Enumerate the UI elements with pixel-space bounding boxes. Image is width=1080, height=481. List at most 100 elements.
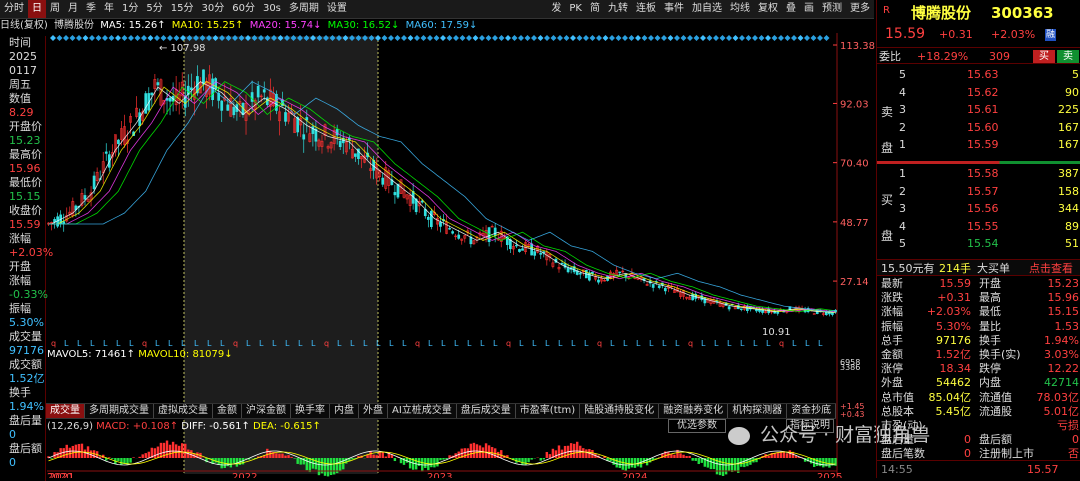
signal-mark: L <box>545 339 550 348</box>
period-button[interactable]: 设置 <box>323 0 351 18</box>
event-marker <box>414 35 420 41</box>
sell-level-row[interactable]: 2 15.60 167 <box>877 119 1080 136</box>
period-button[interactable]: 周 <box>46 0 64 18</box>
sell-level-row[interactable]: 1 15.59 167 <box>877 136 1080 153</box>
level-price: 15.57 <box>967 184 999 198</box>
period-button[interactable]: 15分 <box>167 0 198 18</box>
macd-value: MACD: +0.108↑ <box>96 421 179 432</box>
tool-button[interactable]: 均线 <box>726 0 754 18</box>
period-button[interactable]: 年 <box>100 0 118 18</box>
indicator-tab[interactable]: 成交量 <box>46 404 85 418</box>
x-tick-label: 2023 <box>427 472 452 478</box>
indicator-tab[interactable]: 市盈率(ttm) <box>516 404 581 418</box>
event-marker <box>69 35 76 41</box>
info-line: 振幅 <box>9 302 31 315</box>
signal-mark: L <box>246 339 251 348</box>
stat-row: 外盘 54462 内盘 42714 <box>877 376 1080 390</box>
period-button[interactable]: 分时 <box>0 0 28 18</box>
tool-button[interactable]: 连板 <box>632 0 660 18</box>
big-order-row: 15.50元有 214手 大买单 点击查看 <box>877 259 1080 276</box>
tool-button[interactable]: 画 <box>800 0 818 18</box>
tool-button[interactable]: 复权 <box>754 0 782 18</box>
indicator-tab[interactable]: 换手率 <box>291 404 330 418</box>
candle-body <box>597 279 600 283</box>
indicator-tab[interactable]: 外盘 <box>359 404 388 418</box>
ma-line <box>48 81 836 313</box>
event-marker <box>641 35 648 41</box>
period-button[interactable]: 60分 <box>228 0 259 18</box>
event-marker <box>531 35 537 41</box>
indicator-tab[interactable]: 资金抄底 <box>787 404 837 418</box>
tool-button[interactable]: 叠 <box>782 0 800 18</box>
candle-body <box>539 252 543 255</box>
event-marker <box>706 35 713 41</box>
period-button[interactable]: 30分 <box>197 0 228 18</box>
sell-level-row[interactable]: 3 15.61 225 <box>877 101 1080 118</box>
stat-cell: 涨停 <box>881 362 903 376</box>
buy-level-row[interactable]: 1 15.58 387 <box>877 165 1080 182</box>
period-button[interactable]: 30s <box>259 0 285 18</box>
level-number: 5 <box>899 237 906 251</box>
chart-type-label: 日线(复权) <box>0 20 48 31</box>
stat-cell: 18.34 <box>939 362 972 376</box>
indicator-tab[interactable]: 机构探测器 <box>728 404 788 418</box>
big-order-type: 大买单 <box>977 262 1010 275</box>
stat-cell: 最低 <box>979 305 1001 319</box>
tool-button[interactable]: 预测 <box>818 0 846 18</box>
signal-mark: q <box>779 339 784 348</box>
period-button[interactable]: 1分 <box>118 0 142 18</box>
stat-cell: 1.94% <box>1044 333 1079 347</box>
event-marker <box>128 35 134 41</box>
big-order-link[interactable]: 点击查看 <box>1029 260 1073 277</box>
indicator-tab[interactable]: 沪深金额 <box>242 404 291 418</box>
tool-button[interactable]: 简 <box>586 0 604 18</box>
optimize-params-button[interactable]: 优选参数 <box>668 419 726 433</box>
buy-level-row[interactable]: 2 15.57 158 <box>877 183 1080 200</box>
level-number: 5 <box>899 68 906 81</box>
signal-mark: q <box>51 339 56 348</box>
period-button[interactable]: 5分 <box>142 0 166 18</box>
indicator-tab[interactable]: 金额 <box>213 404 242 418</box>
buy-level-row[interactable]: 5 15.54 51 <box>877 235 1080 252</box>
info-line: 8.29 <box>9 106 34 119</box>
event-marker <box>388 35 394 41</box>
signal-mark: L <box>740 339 745 348</box>
event-marker <box>648 35 654 41</box>
indicator-tab[interactable]: 陆股通持股变化 <box>580 404 660 418</box>
period-button[interactable]: 季 <box>82 0 100 18</box>
candle-body <box>393 192 397 196</box>
event-marker <box>771 35 778 41</box>
indicator-tab[interactable]: 融资融券变化 <box>659 404 729 418</box>
tool-button[interactable]: 更多 <box>846 0 874 18</box>
signal-mark: L <box>792 339 797 348</box>
stat-row: 涨跌 +0.31 最高 15.96 <box>877 291 1080 305</box>
period-button[interactable]: 月 <box>64 0 82 18</box>
indicator-tab[interactable]: 虚拟成交量 <box>154 404 213 418</box>
indicator-tab[interactable]: 盘后成交量 <box>457 404 516 418</box>
indicator-tab[interactable]: 多周期成交量 <box>85 404 154 418</box>
tick-price: 15.57 <box>1027 463 1059 476</box>
tool-button[interactable]: 事件 <box>660 0 688 18</box>
level-number: 3 <box>899 103 906 117</box>
period-button[interactable]: 日 <box>28 0 46 18</box>
tool-button[interactable]: PK <box>565 0 586 18</box>
stat-cell: 亏损 <box>1057 419 1079 432</box>
buy-button[interactable]: 买 <box>1033 50 1055 63</box>
level-number: 4 <box>899 219 906 233</box>
event-marker <box>505 35 511 41</box>
candle-body <box>202 69 205 85</box>
sell-button[interactable]: 卖 <box>1057 50 1079 63</box>
tool-button[interactable]: 发 <box>547 0 565 18</box>
tool-button[interactable]: 加自选 <box>688 0 726 18</box>
level-volume: 387 <box>1058 167 1079 180</box>
indicator-tab[interactable]: 内盘 <box>330 404 359 418</box>
period-button[interactable]: 多周期 <box>285 0 323 18</box>
stat-row: 市盈(动) 亏损 <box>877 419 1080 433</box>
sell-level-row[interactable]: 5 15.63 5 <box>877 66 1080 83</box>
buy-level-row[interactable]: 3 15.56 344 <box>877 200 1080 217</box>
sell-level-row[interactable]: 4 15.62 90 <box>877 84 1080 101</box>
indicator-tab[interactable]: AI立桩成交量 <box>388 404 457 418</box>
high-price-label: ← 107.98 <box>159 43 206 54</box>
buy-level-row[interactable]: 4 15.55 89 <box>877 218 1080 235</box>
tool-button[interactable]: 九转 <box>604 0 632 18</box>
